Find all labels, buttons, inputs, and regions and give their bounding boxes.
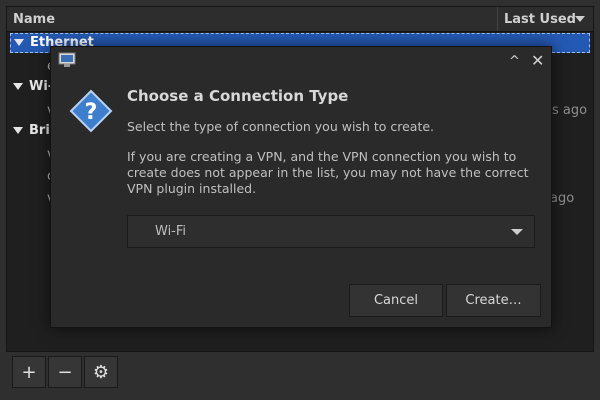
bottom-toolbar: + − ⚙ xyxy=(12,356,120,390)
create-button[interactable]: Create… xyxy=(446,284,541,317)
list-header: Name Last Used xyxy=(7,7,593,32)
cancel-button[interactable]: Cancel xyxy=(349,284,443,317)
dialog-subtitle: Select the type of connection you wish t… xyxy=(127,119,435,134)
expander-icon[interactable] xyxy=(14,39,24,46)
last-used-column-header[interactable]: Last Used xyxy=(504,12,576,27)
name-column-header[interactable]: Name xyxy=(13,12,55,27)
close-icon[interactable]: ✕ xyxy=(531,51,544,70)
column-separator[interactable] xyxy=(497,7,498,31)
minimize-icon[interactable]: ^ xyxy=(509,54,520,69)
choose-connection-type-dialog: ^ ✕ ? Choose a Connection Type Select th… xyxy=(50,46,552,328)
settings-gear-icon[interactable]: ⚙ xyxy=(84,356,118,388)
dialog-title: Choose a Connection Type xyxy=(127,87,349,105)
question-icon: ? xyxy=(69,89,113,133)
remove-connection-button[interactable]: − xyxy=(48,356,82,388)
connection-type-dropdown[interactable]: Wi-Fi xyxy=(127,215,535,248)
expander-icon[interactable] xyxy=(13,83,23,90)
chevron-down-icon[interactable] xyxy=(511,229,523,235)
add-connection-button[interactable]: + xyxy=(12,356,46,388)
dropdown-value: Wi-Fi xyxy=(155,224,187,239)
svg-text:?: ? xyxy=(85,100,98,125)
last-used-value: ago xyxy=(550,191,575,206)
network-app-icon xyxy=(58,52,76,67)
dialog-body-text: If you are creating a VPN, and the VPN c… xyxy=(127,149,529,196)
expander-icon[interactable] xyxy=(13,127,23,134)
sort-arrow-icon[interactable] xyxy=(575,16,585,22)
